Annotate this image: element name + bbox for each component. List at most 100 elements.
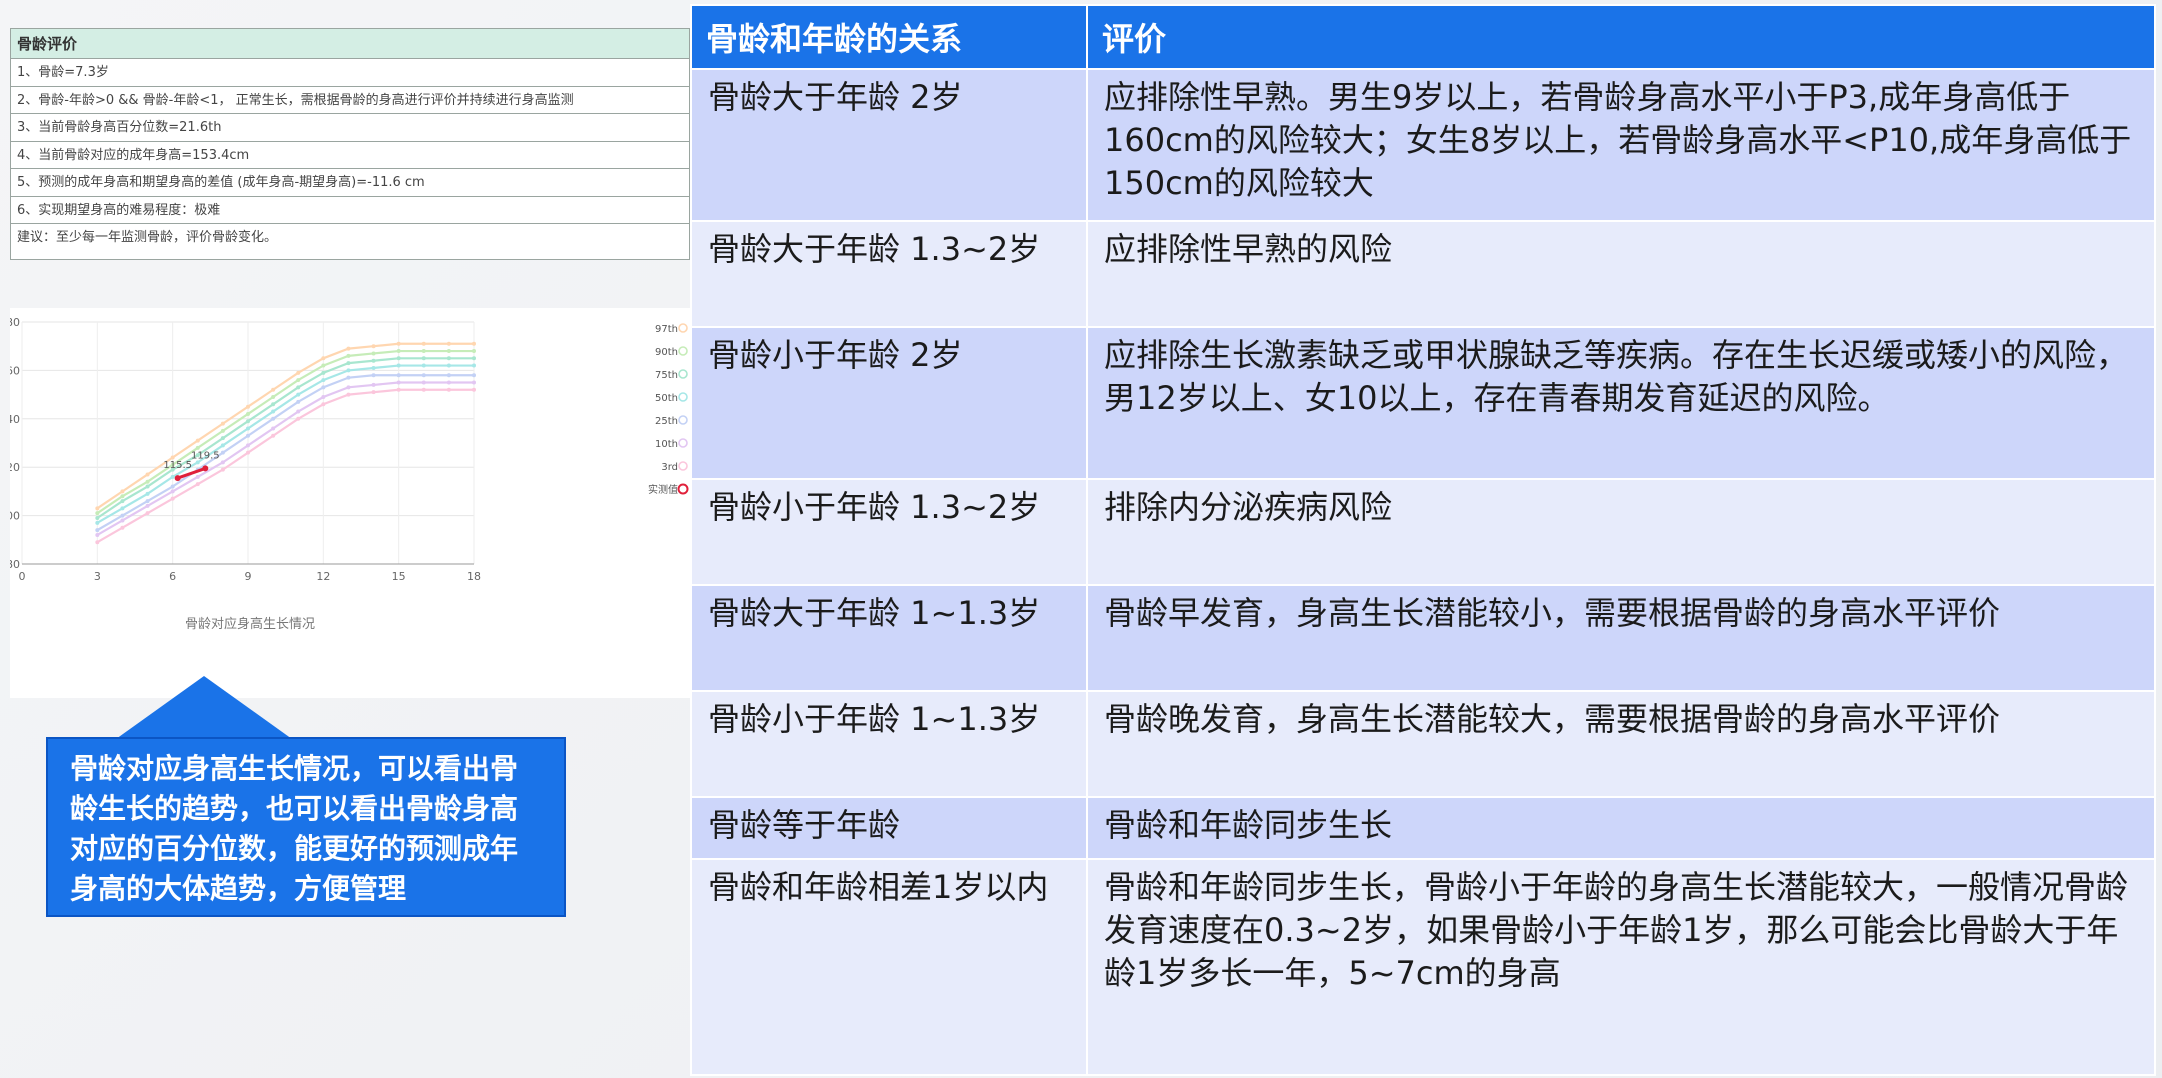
- series-point-25th: [246, 433, 250, 438]
- series-point-25th: [220, 450, 225, 455]
- table-row: 骨龄大于年龄 1.3~2岁 应排除性早熟的风险: [690, 220, 2156, 328]
- series-point-10th: [120, 518, 125, 523]
- table-row: 骨龄大于年龄 2岁 应排除性早熟。男生9岁以上，若骨龄身高水平小于P3,成年身高…: [690, 68, 2156, 222]
- x-tick-label: 3: [94, 570, 101, 583]
- legend-marker-90th: [678, 346, 688, 356]
- series-point-3rd: [472, 387, 476, 392]
- x-axis-title: 骨龄对应身高生长情况: [185, 616, 315, 632]
- series-point-50th: [120, 506, 125, 511]
- series-point-10th: [446, 380, 451, 385]
- relation-cell: 骨龄小于年龄 2岁: [690, 326, 1088, 480]
- series-point-90th: [371, 351, 376, 356]
- series-point-97th: [246, 404, 250, 409]
- series-point-97th: [446, 341, 451, 346]
- bone-age-relation-table: 骨龄和年龄的关系 评价 骨龄大于年龄 2岁 应排除性早熟。男生9岁以上，若骨龄身…: [690, 4, 2156, 1076]
- evaluation-item: 5、预测的成年身高和期望身高的差值 (成年身高-期望身高)=-11.6 cm: [11, 169, 689, 197]
- relation-cell: 骨龄和年龄相差1岁以内: [690, 858, 1088, 1076]
- y-tick-label: 180: [10, 316, 20, 329]
- series-point-75th: [95, 516, 100, 521]
- series-point-97th: [145, 472, 150, 477]
- series-point-75th: [145, 484, 150, 489]
- series-point-3rd: [421, 387, 426, 392]
- legend-marker-measured: [677, 483, 689, 495]
- x-tick-label: 18: [467, 570, 481, 583]
- series-point-50th: [472, 363, 476, 368]
- series-point-90th: [396, 349, 401, 354]
- series-point-90th: [145, 479, 150, 484]
- evaluation-cell: 骨龄和年龄同步生长: [1086, 796, 2156, 860]
- evaluation-cell: 骨龄和年龄同步生长，骨龄小于年龄的身高生长潜能较大，一般情况骨龄发育速度在0.3…: [1086, 858, 2156, 1076]
- evaluation-item: 3、当前骨龄身高百分位数=21.6th: [11, 114, 689, 142]
- measured-data-label: 119.5: [191, 450, 220, 461]
- series-point-10th: [246, 443, 250, 448]
- series-point-75th: [371, 358, 376, 363]
- legend-marker-3rd: [678, 461, 688, 471]
- series-point-50th: [296, 392, 301, 397]
- evaluation-item: 6、实现期望身高的难易程度：极难: [11, 197, 689, 224]
- series-point-97th: [220, 421, 225, 426]
- series-point-25th: [421, 373, 426, 378]
- series-point-25th: [396, 373, 401, 378]
- x-tick-label: 6: [169, 570, 176, 583]
- legend-marker-10th: [678, 438, 688, 448]
- evaluation-item: 4、当前骨龄对应的成年身高=153.4cm: [11, 142, 689, 169]
- series-point-10th: [346, 385, 351, 390]
- y-tick-label: 140: [10, 413, 20, 426]
- measured-point: [202, 465, 209, 472]
- series-point-3rd: [170, 496, 175, 501]
- evaluation-cell: 排除内分泌疾病风险: [1086, 478, 2156, 586]
- measured-data-label: 115.5: [163, 460, 192, 471]
- series-point-10th: [321, 395, 326, 400]
- series-point-97th: [472, 341, 476, 346]
- legend-label-3rd: 3rd: [661, 462, 678, 473]
- series-point-97th: [371, 344, 376, 349]
- series-point-90th: [446, 349, 451, 354]
- series-point-97th: [296, 370, 301, 375]
- series-point-10th: [220, 460, 225, 465]
- series-point-10th: [371, 382, 376, 387]
- series-point-25th: [446, 373, 451, 378]
- legend-marker-97th: [678, 323, 688, 333]
- header-relation: 骨龄和年龄的关系: [690, 4, 1088, 70]
- legend-label-50th: 50th: [655, 393, 678, 404]
- series-point-25th: [170, 484, 175, 489]
- series-point-10th: [195, 474, 200, 479]
- relation-cell: 骨龄大于年龄 1~1.3岁: [690, 584, 1088, 692]
- series-point-75th: [246, 419, 250, 424]
- series-point-90th: [472, 349, 476, 354]
- series-point-50th: [371, 365, 376, 370]
- x-tick-label: 15: [392, 570, 406, 583]
- series-point-75th: [321, 370, 326, 375]
- relation-cell: 骨龄大于年龄 2岁: [690, 68, 1088, 222]
- series-point-50th: [396, 363, 401, 368]
- header-evaluation: 评价: [1086, 4, 2156, 70]
- evaluation-cell: 应排除性早熟的风险: [1086, 220, 2156, 328]
- series-point-25th: [120, 513, 125, 518]
- legend-marker-75th: [678, 369, 688, 379]
- series-point-25th: [346, 375, 351, 380]
- table-header-row: 骨龄和年龄的关系 评价: [690, 4, 2156, 70]
- series-point-97th: [271, 387, 276, 392]
- series-point-10th: [421, 380, 426, 385]
- series-point-3rd: [346, 392, 351, 397]
- series-point-75th: [271, 402, 276, 407]
- y-tick-label: 100: [10, 510, 20, 523]
- legend-label-75th: 75th: [655, 370, 678, 381]
- series-point-97th: [120, 489, 125, 494]
- series-point-75th: [296, 385, 301, 390]
- series-point-3rd: [220, 467, 225, 472]
- y-tick-label: 160: [10, 364, 20, 377]
- series-point-25th: [472, 373, 476, 378]
- series-point-75th: [120, 499, 125, 504]
- series-point-3rd: [446, 387, 451, 392]
- legend-marker-25th: [678, 415, 688, 425]
- series-point-50th: [145, 491, 150, 496]
- series-point-50th: [446, 363, 451, 368]
- series-point-3rd: [145, 511, 150, 516]
- relation-cell: 骨龄等于年龄: [690, 796, 1088, 860]
- evaluation-title: 骨龄评价: [11, 29, 689, 59]
- series-point-10th: [271, 426, 276, 431]
- x-tick-label: 9: [245, 570, 252, 583]
- growth-chart-svg: 80100120140160180036912151897th90th75th5…: [10, 316, 689, 632]
- series-point-50th: [220, 443, 225, 448]
